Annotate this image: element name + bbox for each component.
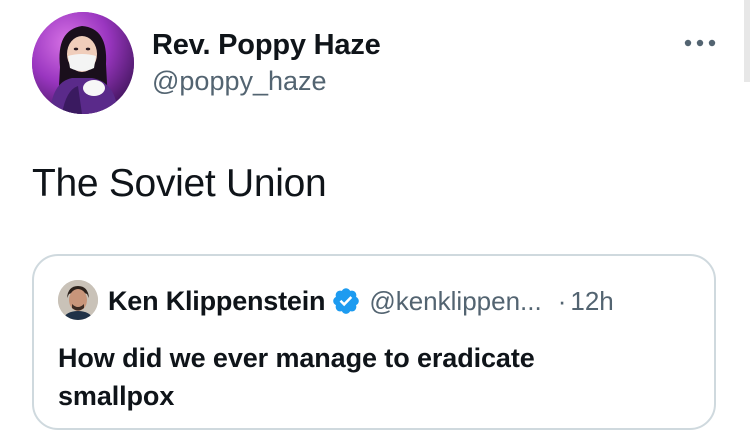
more-horizontal-icon	[684, 39, 716, 47]
scrollbar[interactable]	[744, 0, 750, 82]
quote-author-avatar-image	[58, 280, 98, 320]
verified-badge-icon	[331, 286, 361, 316]
quote-timestamp[interactable]: 12h	[570, 286, 613, 317]
quoted-tweet-card[interactable]: Ken Klippenstein @kenklippen... · 12h Ho…	[32, 254, 716, 430]
quote-author-avatar[interactable]	[58, 280, 98, 320]
quote-text: How did we ever manage to eradicate smal…	[58, 343, 535, 411]
author-avatar-image	[32, 12, 134, 114]
author-handle[interactable]: @poppy_haze	[152, 64, 327, 98]
quote-header: Ken Klippenstein @kenklippen... · 12h	[108, 284, 614, 318]
author-avatar[interactable]	[32, 12, 134, 114]
author-name[interactable]: Rev. Poppy Haze	[152, 27, 381, 63]
quote-author-name[interactable]: Ken Klippenstein	[108, 286, 326, 317]
separator-dot: ·	[557, 285, 567, 316]
quote-author-handle[interactable]: @kenklippen...	[369, 286, 541, 317]
tweet-text: The Soviet Union	[32, 162, 327, 205]
more-options-button[interactable]	[678, 28, 722, 58]
